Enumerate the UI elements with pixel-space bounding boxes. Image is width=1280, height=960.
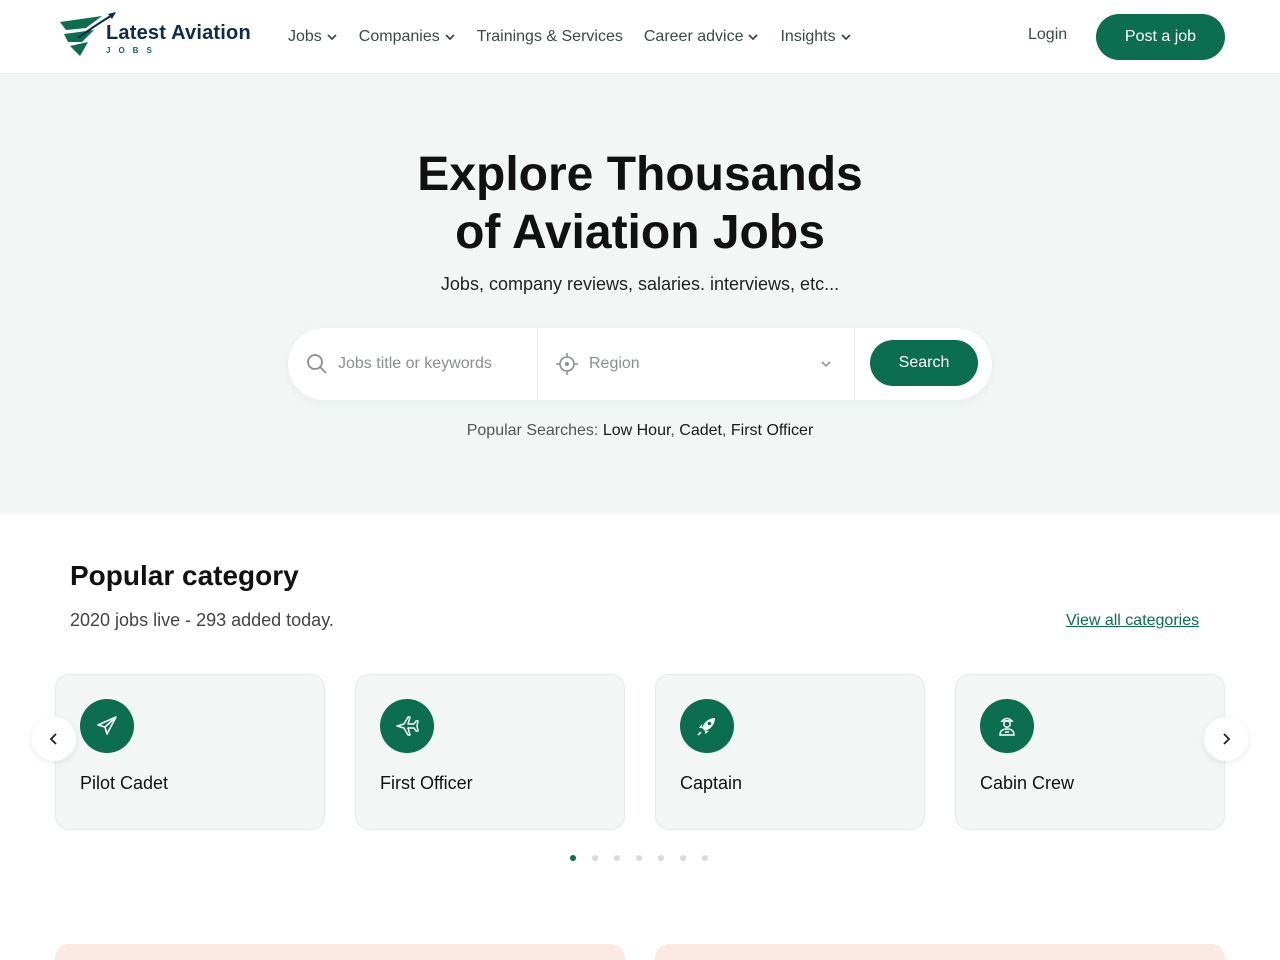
job-search-bar: Region Search xyxy=(288,328,992,400)
popular-searches: Popular Searches: Low Hour, Cadet, First… xyxy=(466,422,814,439)
chevron-right-icon xyxy=(1223,733,1231,745)
location-target-icon xyxy=(556,353,578,375)
hero-title: Explore Thousands of Aviation Jobs xyxy=(0,146,1280,262)
carousel-dot[interactable] xyxy=(614,855,620,861)
site-header: Latest Aviation JOBS Jobs Companies Trai… xyxy=(0,0,1280,74)
popular-searches-prefix: Popular Searches: xyxy=(466,422,599,439)
nav-companies[interactable]: Companies xyxy=(359,28,456,46)
promo-card xyxy=(55,944,625,960)
main-nav: Jobs Companies Trainings & Services Care… xyxy=(288,0,852,74)
post-job-button[interactable]: Post a job xyxy=(1096,14,1225,60)
keyword-field xyxy=(288,328,538,400)
chevron-down-icon xyxy=(445,34,455,41)
nav-insights[interactable]: Insights xyxy=(780,28,851,46)
jobs-live-count: 2020 jobs live - 293 added today. xyxy=(70,610,334,630)
category-label: Cabin Crew xyxy=(980,773,1075,793)
nav-career-advice[interactable]: Career advice xyxy=(644,28,760,46)
search-button[interactable]: Search xyxy=(870,340,978,386)
popular-search-cadet[interactable]: Cadet xyxy=(679,422,722,439)
nav-trainings-label: Trainings & Services xyxy=(476,28,623,45)
carousel-dot[interactable] xyxy=(636,855,642,861)
login-link[interactable]: Login xyxy=(1028,26,1067,44)
popular-category-title: Popular category xyxy=(70,560,299,591)
carousel-dot[interactable] xyxy=(702,855,708,861)
category-icon-wrap xyxy=(80,699,134,753)
promo-card xyxy=(655,944,1225,960)
chevron-down-icon xyxy=(821,361,831,368)
nav-jobs[interactable]: Jobs xyxy=(288,28,338,46)
region-label: Region xyxy=(589,355,640,372)
category-icon-wrap xyxy=(980,699,1034,753)
category-icon-wrap xyxy=(380,699,434,753)
logo-subtext: JOBS xyxy=(106,46,160,55)
carousel-dot[interactable] xyxy=(592,855,598,861)
hero-subtitle: Jobs, company reviews, salaries. intervi… xyxy=(440,274,840,294)
logo-text: Latest Aviation xyxy=(106,22,251,44)
nav-career-advice-label: Career advice xyxy=(643,28,744,45)
category-label: Pilot Cadet xyxy=(80,773,169,793)
category-card-cabin-crew[interactable]: Cabin Crew xyxy=(955,674,1225,830)
keyword-input[interactable] xyxy=(338,355,528,373)
chevron-down-icon xyxy=(748,34,759,41)
category-card-captain[interactable]: Captain xyxy=(655,674,925,830)
chevron-left-icon xyxy=(49,733,57,745)
hero-title-text: Explore Thousands of Aviation Jobs xyxy=(417,148,863,259)
nav-jobs-label: Jobs xyxy=(288,28,322,45)
paper-plane-icon xyxy=(97,716,117,735)
rocket-icon xyxy=(697,718,715,736)
category-label: First Officer xyxy=(380,773,473,793)
carousel-pagination xyxy=(570,855,708,861)
carousel-next-button[interactable] xyxy=(1204,717,1248,761)
crew-member-icon xyxy=(999,717,1015,736)
carousel-dot[interactable] xyxy=(570,855,576,861)
region-select[interactable]: Region xyxy=(539,328,855,400)
category-label: Captain xyxy=(680,773,743,793)
category-card-pilot-cadet[interactable]: Pilot Cadet xyxy=(55,674,325,830)
hero-section: Explore Thousands of Aviation Jobs Jobs,… xyxy=(0,74,1280,514)
category-icon-wrap xyxy=(680,699,734,753)
chevron-down-icon xyxy=(327,34,337,41)
nav-trainings-services[interactable]: Trainings & Services xyxy=(477,28,623,46)
site-logo[interactable]: Latest Aviation JOBS xyxy=(58,12,258,62)
airplane-icon xyxy=(396,716,419,736)
category-carousel: Pilot Cadet First Officer Captain Cabin … xyxy=(55,674,1225,830)
search-icon xyxy=(307,354,327,374)
carousel-dot[interactable] xyxy=(658,855,664,861)
popular-search-first-officer[interactable]: First Officer xyxy=(731,422,813,439)
nav-companies-label: Companies xyxy=(358,28,440,45)
category-card-first-officer[interactable]: First Officer xyxy=(355,674,625,830)
carousel-dot[interactable] xyxy=(680,855,686,861)
nav-insights-label: Insights xyxy=(780,28,836,45)
chevron-down-icon xyxy=(840,34,851,41)
view-all-categories-link[interactable]: View all categories xyxy=(1066,612,1199,630)
carousel-prev-button[interactable] xyxy=(32,717,76,761)
popular-search-low-hour[interactable]: Low Hour xyxy=(603,422,671,439)
